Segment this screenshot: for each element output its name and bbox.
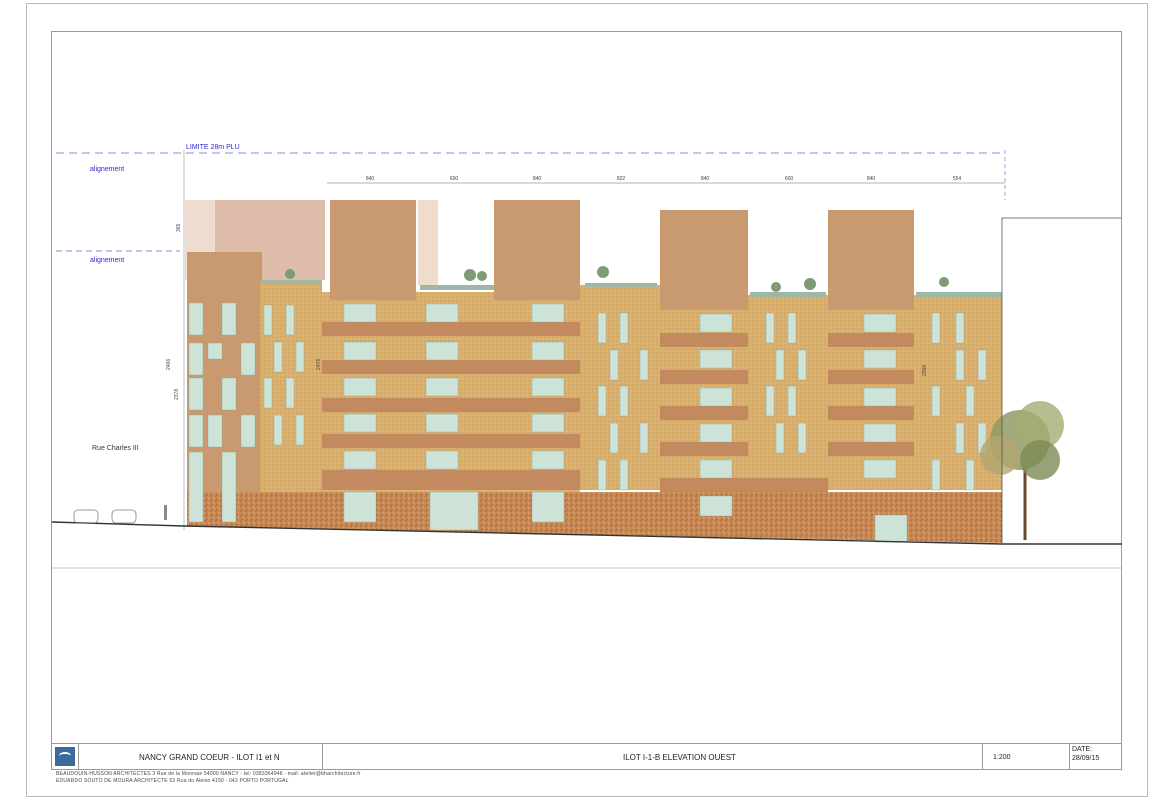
sheet-title: ILOT I-1-B ELEVATION OUEST (623, 753, 736, 762)
limit-label: LIMITE 28m PLU (186, 144, 240, 151)
title-block: NANCY GRAND COEUR - ILOT I1 et N ILOT I-… (51, 743, 1122, 770)
vertical-dimension: 2356 (922, 365, 928, 376)
sheet-title-cell: ILOT I-1-B ELEVATION OUEST (322, 743, 983, 770)
date-value: 28/09/15 (1072, 755, 1100, 762)
street-label: Rue Charles III (92, 445, 139, 452)
bay-dimension: 600 (785, 176, 794, 182)
footer-line: EDUARDO SOUTO DE MOURA ARCHITECTE 53 Rua… (56, 778, 289, 784)
scale-cell: 1:200 (982, 743, 1070, 770)
vertical-dimension: 365 (176, 223, 182, 232)
date-label: DATE: (1072, 746, 1093, 753)
project-cell: NANCY GRAND COEUR - ILOT I1 et N (78, 743, 323, 770)
alignment-label: alignement (90, 166, 125, 173)
vertical-dimension: 2476 (316, 359, 322, 370)
bay-dimension: 840 (533, 176, 542, 182)
alignment-label: alignement (90, 257, 125, 264)
bay-dimension: 554 (953, 176, 962, 182)
vertical-dimension: 2466 (166, 359, 172, 370)
vertical-dimension: 2378 (174, 389, 180, 400)
bay-dimension: 840 (701, 176, 710, 182)
bay-dimension: 600 (450, 176, 459, 182)
scale-value: 1:200 (993, 754, 1011, 761)
architect-logo-icon (55, 747, 75, 766)
project-title: NANCY GRAND COEUR - ILOT I1 et N (139, 753, 280, 762)
bay-dimension: 840 (366, 176, 375, 182)
logo-cell (51, 743, 79, 770)
bay-dimension: 840 (867, 176, 876, 182)
elevation-drawing: 840 600 840 822 840 600 840 554 365 2466… (51, 150, 1122, 569)
footer-line: BEAUDOUIN-HUSSON ARCHITECTES 3 Rue de la… (56, 771, 361, 777)
bay-dimension: 822 (617, 176, 626, 182)
date-cell: DATE: 28/09/15 (1069, 743, 1122, 770)
